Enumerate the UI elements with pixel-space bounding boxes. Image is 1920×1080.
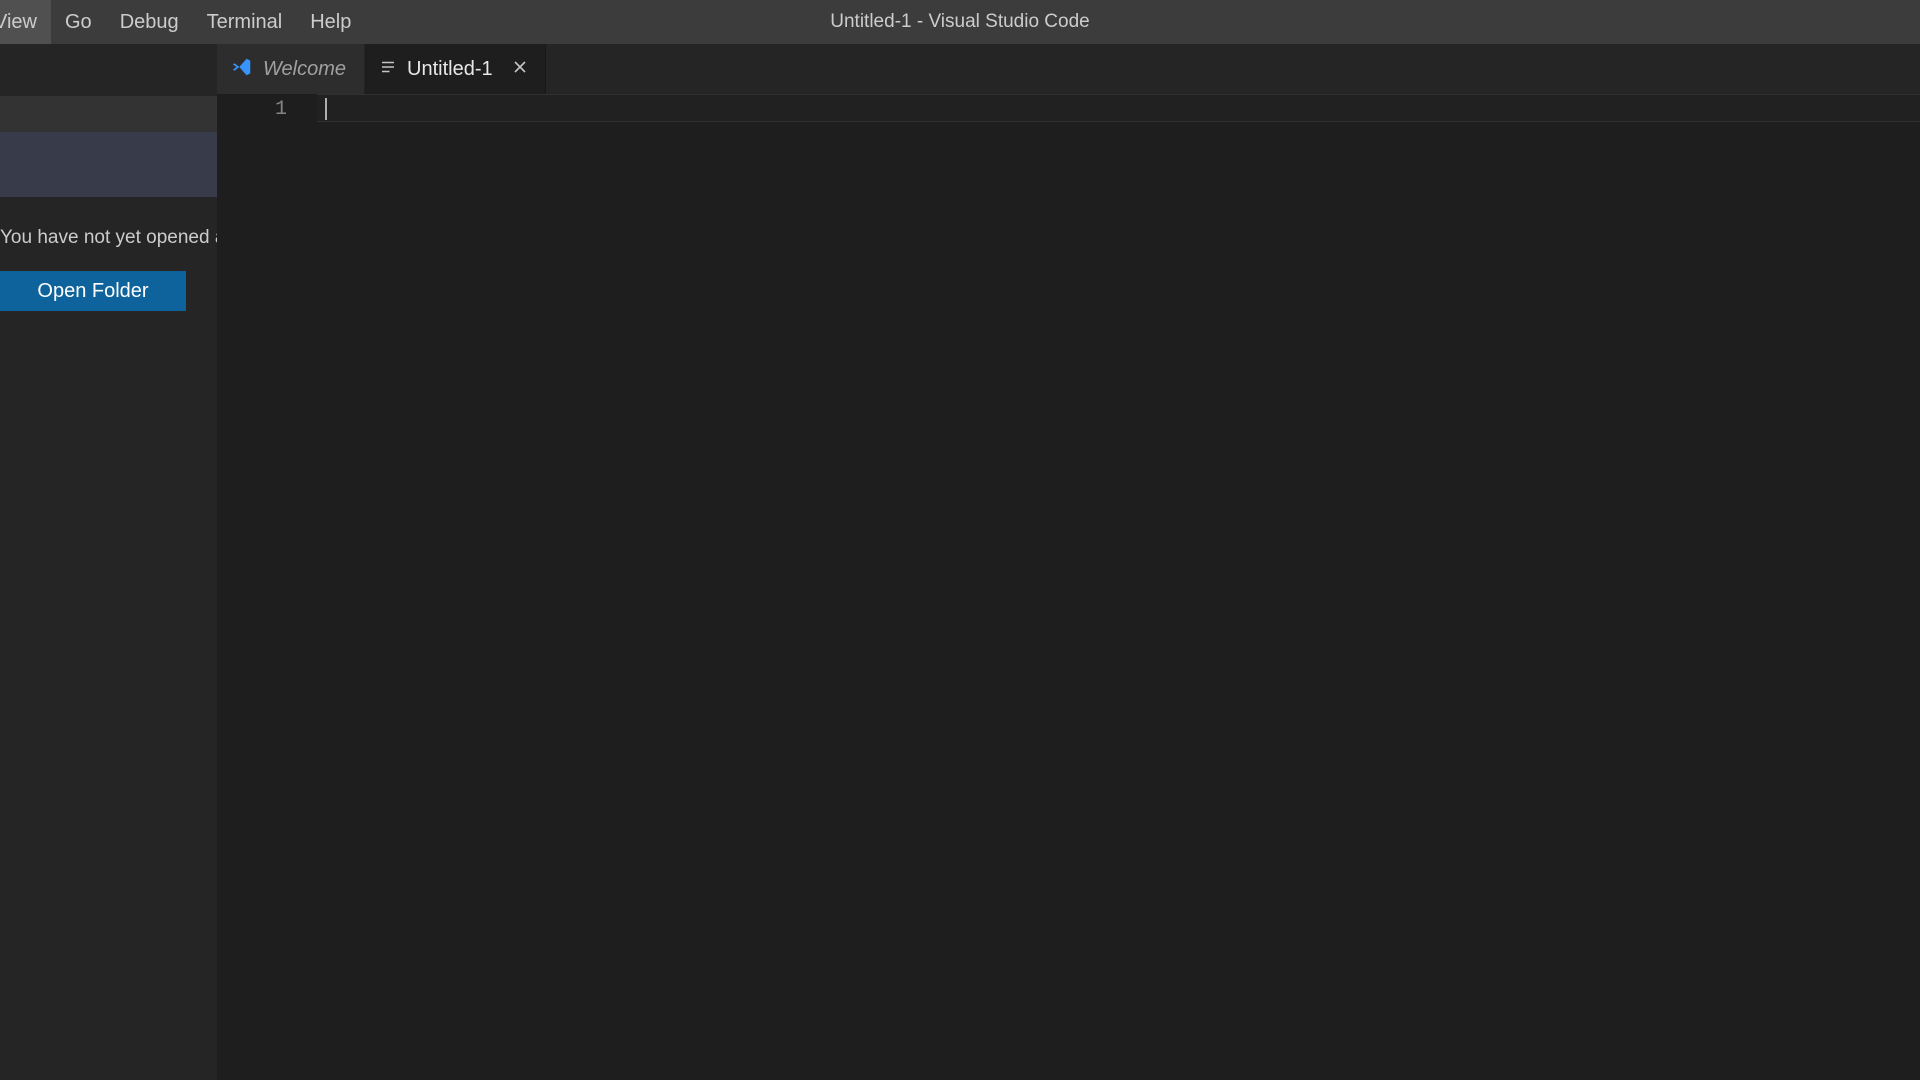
- menu-terminal[interactable]: Terminal: [193, 0, 297, 44]
- menu-view[interactable]: View: [0, 0, 51, 44]
- sidebar-explorer: You have not yet opened a folder. Open F…: [0, 44, 217, 1080]
- workbench: You have not yet opened a folder. Open F…: [0, 44, 1920, 1080]
- menu-debug[interactable]: Debug: [106, 0, 193, 44]
- menu-bar: View Go Debug Terminal Help: [0, 0, 365, 44]
- editor-area: Welcome Untitled-1: [217, 44, 1920, 1080]
- editor-tabs: Welcome Untitled-1: [217, 44, 1920, 94]
- tab-welcome[interactable]: Welcome: [217, 44, 365, 94]
- file-icon: [379, 58, 397, 80]
- close-icon[interactable]: [513, 60, 527, 79]
- tab-untitled-1[interactable]: Untitled-1: [365, 44, 546, 94]
- editor-text-area[interactable]: [317, 94, 1920, 1080]
- sidebar-body: You have not yet opened a folder. Open F…: [0, 197, 217, 1080]
- sidebar-section-open-editors[interactable]: [0, 96, 217, 132]
- editor-body[interactable]: 1: [217, 94, 1920, 1080]
- title-bar: View Go Debug Terminal Help Untitled-1 -…: [0, 0, 1920, 44]
- vscode-icon: [231, 56, 253, 82]
- line-number: 1: [217, 98, 287, 121]
- line-number-gutter: 1: [217, 94, 317, 1080]
- open-folder-button[interactable]: Open Folder: [0, 271, 186, 311]
- menu-go[interactable]: Go: [51, 0, 106, 44]
- sidebar-no-folder-message: You have not yet opened a folder.: [0, 227, 217, 249]
- window-title: Untitled-1 - Visual Studio Code: [830, 11, 1089, 33]
- sidebar-header: [0, 44, 217, 96]
- tab-label: Untitled-1: [407, 58, 493, 81]
- menu-help[interactable]: Help: [296, 0, 365, 44]
- sidebar-section-no-folder[interactable]: [0, 132, 217, 197]
- tab-label: Welcome: [263, 58, 346, 81]
